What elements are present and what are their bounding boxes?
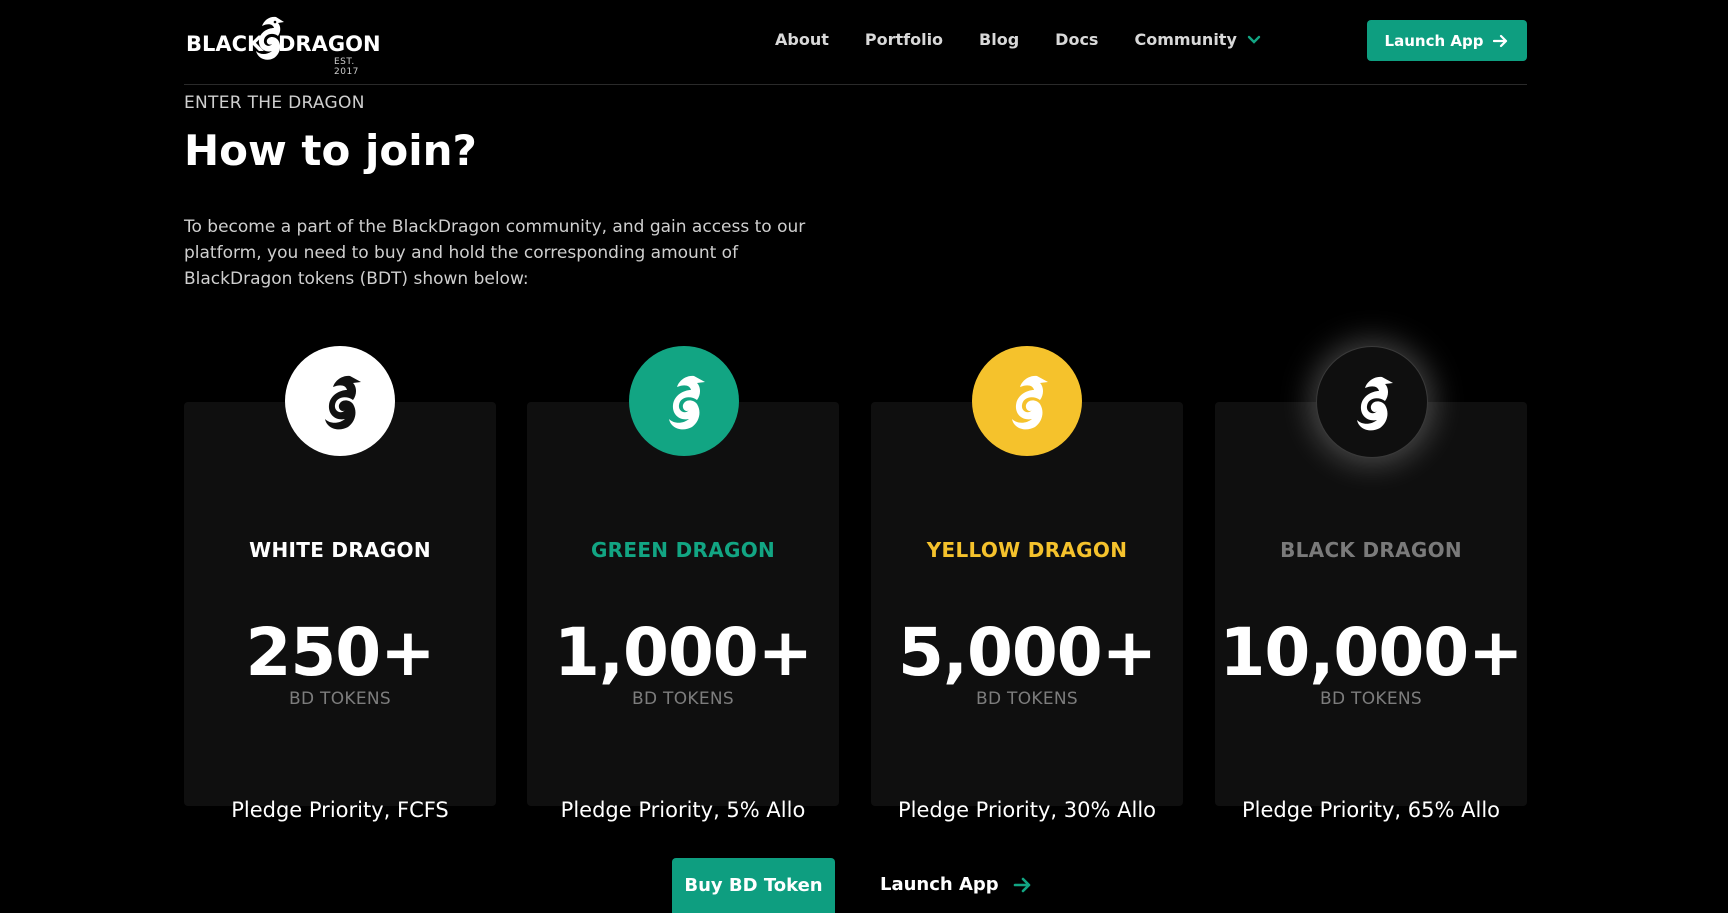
tier-amount: 1,000+ bbox=[553, 614, 813, 691]
top-nav: BLACK DRAGON EST. 2017 About Portfolio B… bbox=[184, 0, 1527, 85]
launch-app-link-label: Launch App bbox=[880, 874, 999, 895]
section-eyebrow: ENTER THE DRAGON bbox=[184, 93, 365, 113]
tier-amount: 10,000+ bbox=[1219, 614, 1524, 691]
nav-docs[interactable]: Docs bbox=[1055, 30, 1098, 49]
dragon-icon bbox=[325, 375, 361, 430]
nav-portfolio[interactable]: Portfolio bbox=[865, 30, 943, 49]
dragon-icon bbox=[1012, 375, 1048, 430]
tier-unit: BD TOKENS bbox=[288, 689, 392, 709]
tier-unit: BD TOKENS bbox=[1319, 689, 1423, 709]
brand-logo[interactable]: BLACK DRAGON EST. 2017 bbox=[186, 14, 381, 77]
tier-card-green: GREEN DRAGON 1,000+ BD TOKENS Pledge Pri… bbox=[527, 402, 839, 822]
tier-card-white: WHITE DRAGON 250+ BD TOKENS Pledge Prior… bbox=[184, 402, 496, 822]
tier-name: BLACK DRAGON bbox=[1280, 538, 1462, 562]
tier-unit: BD TOKENS bbox=[975, 689, 1079, 709]
tier-perk: Pledge Priority, 5% Allo bbox=[560, 798, 806, 822]
tier-amount: 250+ bbox=[245, 614, 435, 691]
tier-card-black: BLACK DRAGON 10,000+ BD TOKENS Pledge Pr… bbox=[1215, 402, 1527, 822]
nav-links: About Portfolio Blog Docs Community bbox=[775, 30, 1297, 49]
buy-token-button[interactable]: Buy BD Token bbox=[672, 858, 835, 913]
chevron-down-icon bbox=[1247, 35, 1261, 44]
tier-badge-yellow bbox=[972, 346, 1082, 456]
intro-text: To become a part of the BlackDragon comm… bbox=[184, 217, 806, 289]
dragon-icon bbox=[669, 375, 705, 430]
dragon-icon bbox=[1357, 376, 1393, 431]
nav-about[interactable]: About bbox=[775, 30, 829, 49]
arrow-right-icon bbox=[1013, 877, 1031, 892]
tier-perk: Pledge Priority, 30% Allo bbox=[898, 798, 1156, 822]
brand-word-right: DRAGON bbox=[278, 32, 381, 56]
nav-community-label: Community bbox=[1134, 30, 1237, 49]
brand-est: EST. 2017 bbox=[334, 57, 359, 77]
tier-badge-green bbox=[629, 346, 739, 456]
tier-badge-black bbox=[1316, 346, 1428, 458]
tier-name: GREEN DRAGON bbox=[590, 538, 776, 562]
tier-perk: Pledge Priority, FCFS bbox=[231, 798, 449, 822]
tier-cards: WHITE DRAGON 250+ BD TOKENS Pledge Prior… bbox=[184, 346, 1527, 822]
tier-amount: 5,000+ bbox=[897, 614, 1157, 691]
nav-blog[interactable]: Blog bbox=[979, 30, 1019, 49]
tier-unit: BD TOKENS bbox=[631, 689, 735, 709]
arrow-right-icon bbox=[1493, 34, 1508, 47]
buy-token-label: Buy BD Token bbox=[684, 875, 823, 896]
tier-card-yellow: YELLOW DRAGON 5,000+ BD TOKENS Pledge Pr… bbox=[871, 402, 1183, 822]
page-title: How to join? bbox=[184, 126, 477, 175]
launch-app-button[interactable]: Launch App bbox=[1367, 20, 1527, 61]
launch-app-label: Launch App bbox=[1384, 31, 1484, 50]
tier-perk: Pledge Priority, 65% Allo bbox=[1242, 798, 1500, 822]
tier-badge-white bbox=[285, 346, 395, 456]
launch-app-link[interactable]: Launch App bbox=[880, 874, 1033, 895]
nav-community[interactable]: Community bbox=[1134, 30, 1261, 49]
tier-name: WHITE DRAGON bbox=[249, 538, 431, 562]
tier-name: YELLOW DRAGON bbox=[926, 538, 1128, 562]
